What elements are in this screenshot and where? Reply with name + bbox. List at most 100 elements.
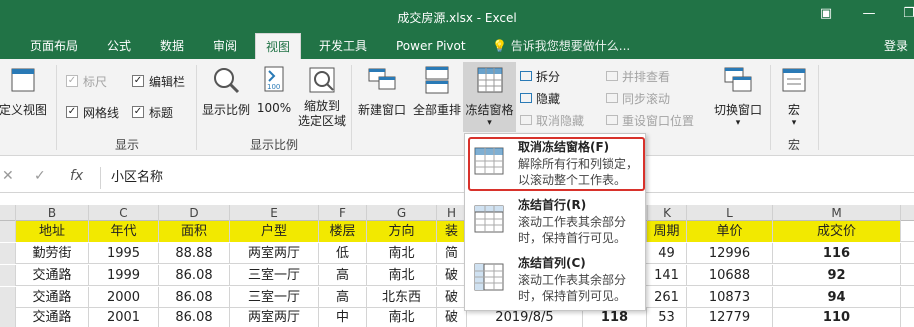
table-cell[interactable]: 1999 bbox=[89, 265, 159, 286]
table-cell[interactable]: 交通路 bbox=[16, 307, 89, 327]
side-by-side-button[interactable]: 并排查看 bbox=[606, 68, 670, 85]
table-cell[interactable]: 南北 bbox=[367, 307, 437, 327]
reset-position-button[interactable]: 重设窗口位置 bbox=[606, 112, 694, 129]
headings-checkbox[interactable]: ✓ bbox=[132, 106, 144, 118]
header-cell[interactable]: 面积 bbox=[159, 221, 230, 242]
table-cell[interactable]: 141 bbox=[647, 265, 687, 286]
tell-me-box[interactable]: 💡 告诉我您想要做什么... bbox=[492, 33, 630, 59]
freeze-top-row-item[interactable]: 冻结首行(R) 滚动工作表其余部分时，保持首行可见。 bbox=[465, 192, 647, 250]
unfreeze-panes-item[interactable]: 取消冻结窗格(F) 解除所有行和列锁定，以滚动整个工作表。 bbox=[465, 134, 647, 192]
header-cell[interactable]: 成交价 bbox=[773, 221, 901, 242]
column-header[interactable]: K bbox=[647, 205, 687, 221]
column-header[interactable]: H bbox=[437, 205, 467, 221]
column-header[interactable]: F bbox=[319, 205, 367, 221]
table-cell[interactable]: 简 bbox=[437, 243, 467, 264]
table-cell[interactable]: 12779 bbox=[687, 307, 773, 327]
table-cell[interactable]: 勤劳街 bbox=[16, 243, 89, 264]
split-button[interactable]: 拆分 bbox=[520, 68, 560, 85]
tab-view[interactable]: 视图 bbox=[255, 33, 302, 59]
table-cell[interactable]: 南北 bbox=[367, 265, 437, 286]
freeze-panes-button[interactable]: 冻结窗格 ▾ bbox=[463, 62, 516, 132]
table-cell[interactable]: 高 bbox=[319, 287, 367, 308]
table-cell[interactable]: 49 bbox=[647, 243, 687, 264]
table-cell[interactable]: 两室两厅 bbox=[230, 243, 319, 264]
tab-formulas[interactable]: 公式 bbox=[107, 33, 131, 59]
table-cell[interactable]: 261 bbox=[647, 287, 687, 308]
login-link[interactable]: 登录 bbox=[884, 33, 908, 59]
table-cell[interactable]: 高 bbox=[319, 265, 367, 286]
header-cell[interactable]: 单价 bbox=[687, 221, 773, 242]
column-header[interactable]: D bbox=[159, 205, 230, 221]
header-cell[interactable]: 地址 bbox=[16, 221, 89, 242]
freeze-first-column-item[interactable]: 冻结首列(C) 滚动工作表其余部分时，保持首列可见。 bbox=[465, 250, 647, 308]
table-cell[interactable]: 中 bbox=[319, 307, 367, 327]
new-window-button[interactable]: 新建窗口 bbox=[354, 65, 410, 118]
header-cell[interactable]: 户型 bbox=[230, 221, 319, 242]
tab-data[interactable]: 数据 bbox=[160, 33, 184, 59]
tab-developer[interactable]: 开发工具 bbox=[319, 33, 367, 59]
ribbon-display-icon[interactable]: ▣ bbox=[815, 5, 837, 23]
table-cell[interactable]: 三室一厅 bbox=[230, 287, 319, 308]
table-cell[interactable]: 86.08 bbox=[159, 265, 230, 286]
header-cell[interactable]: 年代 bbox=[89, 221, 159, 242]
unhide-button[interactable]: 取消隐藏 bbox=[520, 112, 584, 129]
table-cell[interactable]: 北东西 bbox=[367, 287, 437, 308]
table-cell[interactable]: 南北 bbox=[367, 243, 437, 264]
restore-icon[interactable]: ❐ bbox=[898, 5, 914, 23]
table-cell[interactable]: 交通路 bbox=[16, 287, 89, 308]
table-cell[interactable]: 12996 bbox=[687, 243, 773, 264]
table-cell[interactable]: 92 bbox=[773, 265, 901, 286]
tab-review[interactable]: 审阅 bbox=[213, 33, 237, 59]
switch-window-button[interactable]: 切换窗口 ▾ bbox=[710, 65, 766, 128]
table-cell[interactable]: 10873 bbox=[687, 287, 773, 308]
gridlines-checkbox[interactable]: ✓ bbox=[66, 106, 78, 118]
table-cell[interactable]: 86.08 bbox=[159, 287, 230, 308]
table-cell[interactable]: 116 bbox=[773, 243, 901, 264]
edit-bar-checkbox[interactable]: ✓ bbox=[132, 75, 144, 87]
table-cell[interactable]: 2001 bbox=[89, 307, 159, 327]
row-number[interactable] bbox=[0, 243, 16, 264]
minimize-icon[interactable]: — bbox=[858, 5, 880, 23]
table-cell[interactable]: 破 bbox=[437, 265, 467, 286]
table-cell[interactable]: 交通路 bbox=[16, 265, 89, 286]
custom-view-button[interactable]: 定义视图 bbox=[0, 65, 52, 118]
hide-button[interactable]: 隐藏 bbox=[520, 90, 560, 107]
macro-button[interactable]: 宏 ▾ bbox=[776, 65, 812, 128]
sync-scroll-button[interactable]: 同步滚动 bbox=[606, 90, 670, 107]
column-header[interactable]: M bbox=[773, 205, 901, 221]
select-all-corner[interactable] bbox=[0, 205, 16, 221]
ruler-checkbox[interactable]: ✓ bbox=[66, 75, 78, 87]
column-header[interactable]: G bbox=[367, 205, 437, 221]
column-header[interactable]: C bbox=[89, 205, 159, 221]
header-cell[interactable]: 楼层 bbox=[319, 221, 367, 242]
table-cell[interactable]: 2000 bbox=[89, 287, 159, 308]
table-cell[interactable]: 110 bbox=[773, 307, 901, 327]
header-cell[interactable]: 装 bbox=[437, 221, 467, 242]
table-cell[interactable]: 94 bbox=[773, 287, 901, 308]
column-header[interactable]: B bbox=[16, 205, 89, 221]
arrange-all-button[interactable]: 全部重排 bbox=[410, 65, 464, 118]
table-cell[interactable]: 破 bbox=[437, 287, 467, 308]
header-cell[interactable]: 方向 bbox=[367, 221, 437, 242]
row-number[interactable] bbox=[0, 307, 16, 327]
header-cell[interactable]: 周期 bbox=[647, 221, 687, 242]
row-number[interactable] bbox=[0, 221, 16, 242]
table-cell[interactable]: 低 bbox=[319, 243, 367, 264]
tab-power-pivot[interactable]: Power Pivot bbox=[396, 33, 466, 59]
table-cell[interactable]: 86.08 bbox=[159, 307, 230, 327]
zoom-button[interactable]: 显示比例 bbox=[200, 65, 252, 118]
cancel-icon[interactable]: ✕ bbox=[2, 168, 14, 184]
zoom-selection-button[interactable]: 缩放到 选定区域 bbox=[296, 65, 348, 129]
table-cell[interactable]: 两室两厅 bbox=[230, 307, 319, 327]
insert-function-icon[interactable]: fx bbox=[70, 168, 83, 184]
table-cell[interactable]: 53 bbox=[647, 307, 687, 327]
column-header[interactable]: L bbox=[687, 205, 773, 221]
table-cell[interactable]: 三室一厅 bbox=[230, 265, 319, 286]
zoom-100-button[interactable]: 100 100% bbox=[254, 65, 294, 115]
table-cell[interactable]: 88.88 bbox=[159, 243, 230, 264]
column-header[interactable]: E bbox=[230, 205, 319, 221]
table-cell[interactable]: 10688 bbox=[687, 265, 773, 286]
row-number[interactable] bbox=[0, 265, 16, 286]
confirm-icon[interactable]: ✓ bbox=[34, 168, 46, 184]
table-cell[interactable]: 1995 bbox=[89, 243, 159, 264]
